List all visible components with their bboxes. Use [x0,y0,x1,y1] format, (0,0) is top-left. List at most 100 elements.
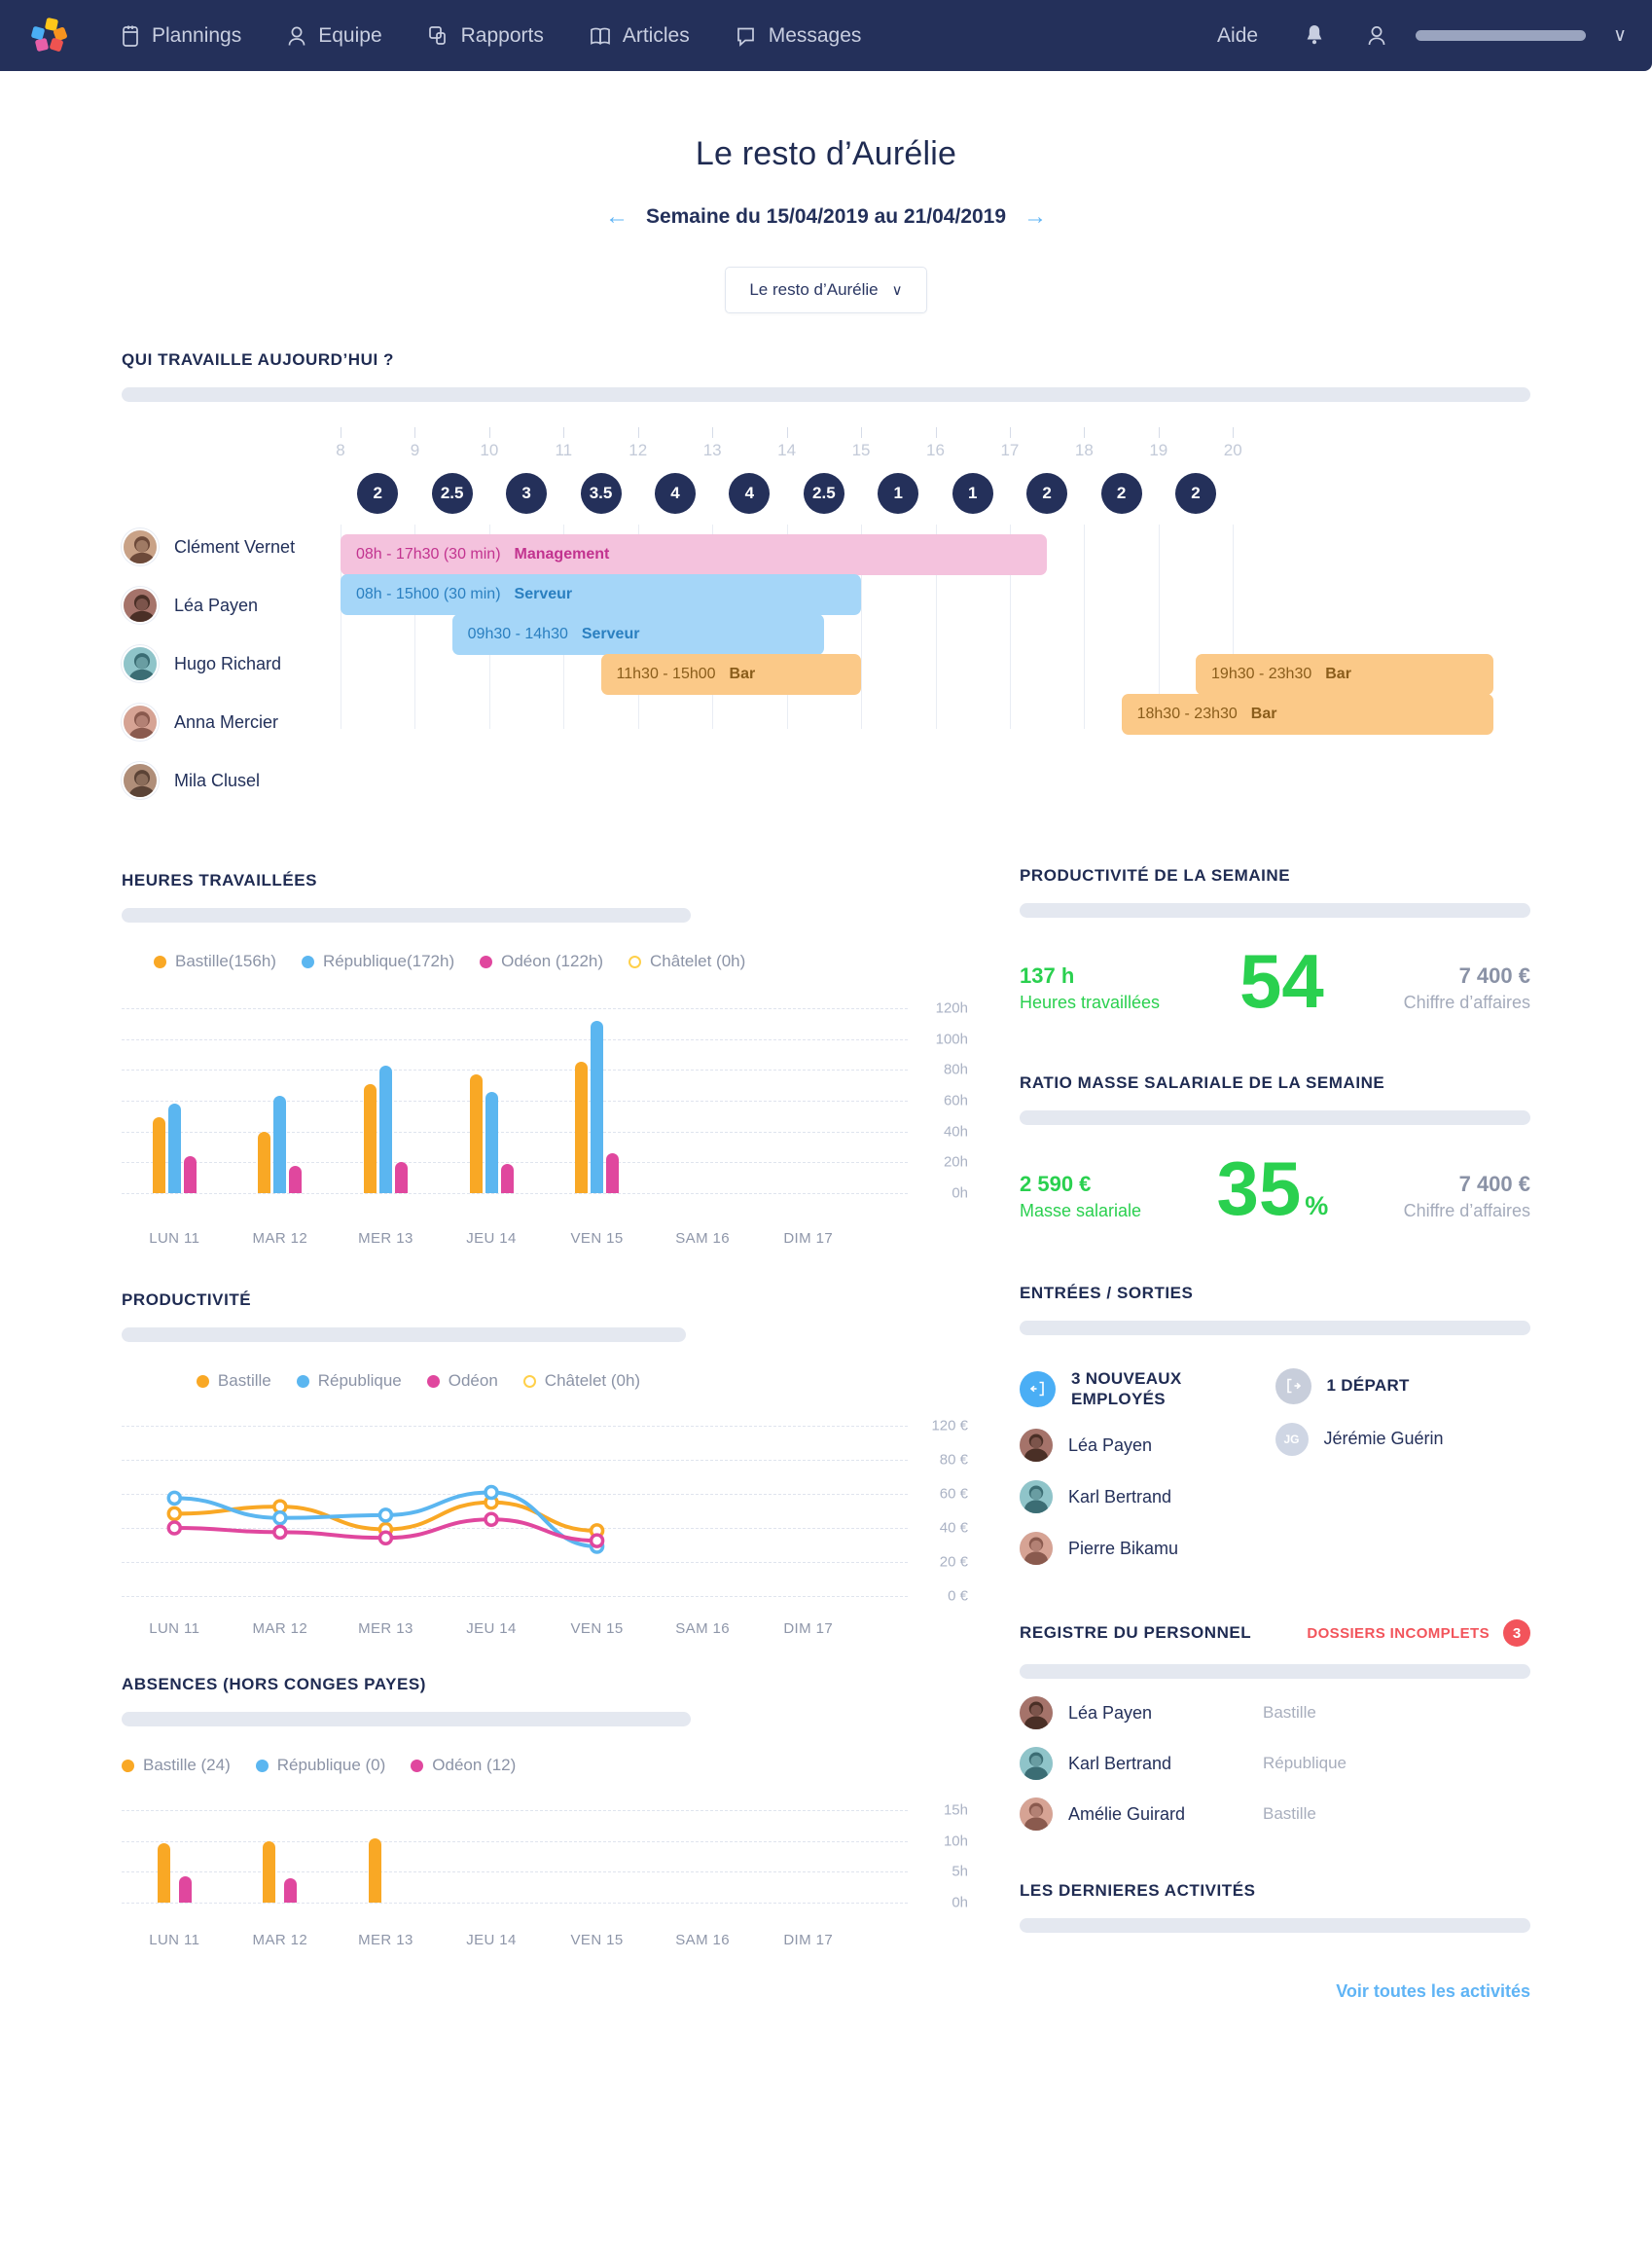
hour-tick [712,427,714,438]
avatar [1020,1429,1053,1463]
hour-tick [563,427,565,438]
list-item[interactable]: JG Jérémie Guérin [1275,1422,1531,1456]
hour-tick [935,427,937,438]
list-item[interactable]: Léa Payen [1020,1429,1275,1463]
nav-item-rapports[interactable]: Rapports [405,0,566,71]
section-divider-bar [1020,1918,1530,1934]
legend-item[interactable]: République (0) [255,1756,385,1775]
avatar [122,762,159,799]
x-axis-tick-label: JEU 14 [466,1230,517,1247]
y-axis-tick-label: 20 € [939,1553,968,1571]
table-row[interactable]: Léa Payen Bastille [1020,1696,1530,1730]
legend-item[interactable]: Bastille(156h) [154,952,276,971]
legend-item[interactable]: République(172h) [301,952,455,971]
list-item[interactable]: Karl Bertrand [1020,1480,1275,1514]
hour-label: 11 [555,441,573,459]
nav-label: Equipe [318,23,382,47]
help-link[interactable]: Aide [1192,24,1283,48]
revenue-kpi: 7 400 € Chiffre d’affaires [1404,1172,1530,1221]
timeline-employee[interactable]: Anna Mercier [122,693,341,751]
kpi-value: 7 400 € [1458,963,1530,989]
timeline-employee[interactable]: Mila Clusel [122,751,341,810]
chevron-down-icon[interactable]: ∨ [1613,24,1627,47]
legend-item[interactable]: Odéon (122h) [480,952,603,971]
legend-item[interactable]: Châtelet (0h) [522,1371,640,1391]
shift-block[interactable]: 09h30 - 14h30 Serveur [451,614,824,655]
legend-item[interactable]: Odéon [426,1371,498,1391]
shift-block[interactable]: 18h30 - 23h30 Bar [1121,694,1493,735]
user-name-placeholder [1416,30,1587,41]
productivity-score: 54 [1239,938,1324,1024]
chart-bar [273,1096,287,1193]
x-axis-tick-label: DIM 17 [783,1230,834,1247]
chart-bar [394,1162,408,1193]
legend-item[interactable]: Châtelet (0h) [628,952,745,971]
kpi-value: 137 h [1020,963,1075,989]
nav-item-articles[interactable]: Articles [566,0,712,71]
dashboard-page: Plannings Equipe Rapports Articles Messa… [0,0,1652,2251]
new-employees-list: Léa Payen Karl Bertrand Pierre Bikamu [1020,1429,1275,1566]
nav-item-plannings[interactable]: Plannings [97,0,264,71]
today-schedule-section: QUI TRAVAILLE AUJOURD’HUI ? Clément Vern… [122,350,1530,799]
prev-week-arrow[interactable]: ← [605,205,628,229]
legend-item[interactable]: Bastille [196,1371,271,1391]
y-axis-tick-label: 60 € [939,1485,968,1503]
avatar [122,587,159,624]
legend-label: République(172h) [322,952,455,970]
x-axis-tick-label: MER 13 [358,1230,413,1247]
legend-label: Bastille(156h) [175,952,276,970]
avatar [122,645,159,682]
line-chart-svg [166,1484,605,1554]
nav-item-messages[interactable]: Messages [712,0,884,71]
reports-icon [427,24,450,48]
table-row[interactable]: Amélie Guirard Bastille [1020,1797,1530,1832]
x-axis-tick-label: LUN 11 [149,1620,200,1637]
section-divider-bar [122,1327,686,1342]
next-week-arrow[interactable]: → [1024,205,1047,229]
legend-item[interactable]: Bastille (24) [122,1756,231,1775]
see-all-activities-link[interactable]: Voir toutes les activités [1336,1981,1530,2001]
kpi-value: 2 590 € [1020,1171,1092,1196]
chart-bar [368,1838,381,1903]
legend-item[interactable]: République [296,1371,402,1391]
shift-block[interactable]: 11h30 - 15h00 Bar [600,654,862,695]
chart-bar [289,1165,303,1193]
timeline-employee[interactable]: Hugo Richard [122,635,341,693]
bell-icon[interactable] [1283,23,1346,49]
list-item[interactable]: Pierre Bikamu [1020,1532,1275,1566]
app-logo[interactable] [0,15,97,57]
shift-block[interactable]: 08h - 17h30 (30 min) Management [341,534,1048,575]
legend-dot [196,1374,209,1388]
x-axis-tick-label: VEN 15 [570,1932,624,1948]
incomplete-files-flag[interactable]: DOSSIERS INCOMPLETS 3 [1307,1619,1530,1648]
hours-worked-chart: 0h 20h 40h 60h 80h 100h 120h [122,993,968,1216]
legend-label: Odéon [448,1371,498,1390]
section-divider-bar [1020,903,1530,918]
y-axis-tick-label: 40h [943,1123,968,1141]
restaurant-selector[interactable]: Le resto d’Aurélie ∨ [725,267,927,313]
section-title: PRODUCTIVITÉ DE LA SEMAINE [1020,866,1291,885]
legend-item[interactable]: Odéon (12) [411,1756,516,1775]
timeline-employee[interactable]: Léa Payen [122,576,341,635]
chart-bar [152,1117,165,1193]
hour-label: 15 [851,441,871,459]
x-axis-tick-label: SAM 16 [675,1932,731,1948]
hour-label: 10 [480,441,499,459]
nav-label: Rapports [460,23,544,47]
page-header: Le resto d’Aurélie ← Semaine du 15/04/20… [0,71,1652,313]
y-axis-tick-label: 80h [943,1061,968,1078]
nav-item-equipe[interactable]: Equipe [264,0,404,71]
section-title: HEURES TRAVAILLÉES [122,871,318,890]
timeline-employee[interactable]: Clément Vernet [122,518,341,576]
table-row[interactable]: Karl Bertrand République [1020,1747,1530,1781]
new-employees-header: 3 NOUVEAUX EMPLOYÉS [1020,1368,1275,1411]
shift-block[interactable]: 08h - 15h00 (30 min) Serveur [341,574,862,615]
account-icon[interactable] [1346,23,1408,49]
departures-header: 1 DÉPART [1275,1367,1531,1404]
shift-block[interactable]: 19h30 - 23h30 Bar [1196,654,1493,695]
y-axis-tick-label: 10h [943,1833,968,1850]
top-navigation: Plannings Equipe Rapports Articles Messa… [0,0,1652,71]
hours-chart-x-axis: LUN 11 MAR 12 MER 13 JEU 14 VEN 15 SAM 16 DIM … [122,1216,968,1250]
x-axis-tick-label: MAR 12 [252,1620,308,1637]
kpi-big-value: 54 [1239,938,1324,1024]
